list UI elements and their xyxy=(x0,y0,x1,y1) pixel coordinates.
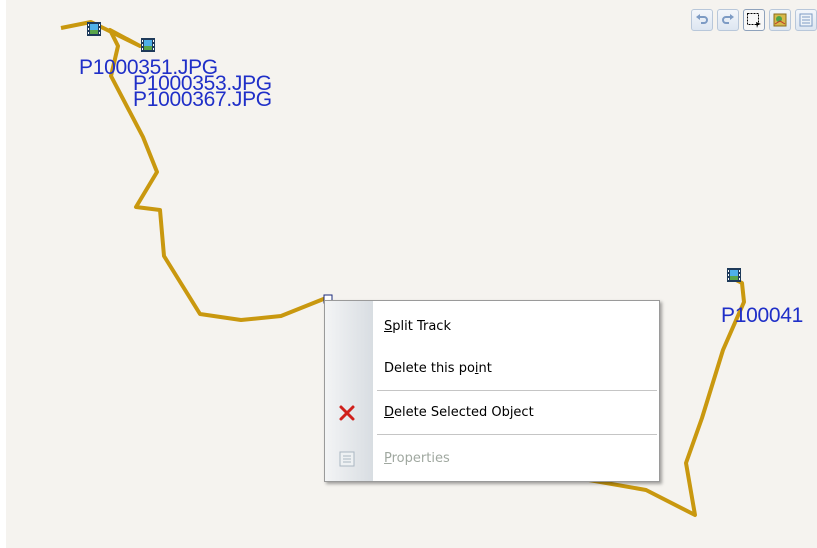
photo-label[interactable]: P100041 xyxy=(721,305,803,326)
photo-label[interactable]: P1000367.JPG xyxy=(133,89,272,110)
photo-film-icon[interactable] xyxy=(726,267,742,283)
menu-item-properties[interactable]: Properties xyxy=(325,443,659,475)
undo-icon xyxy=(696,14,708,24)
menu-item-label: Delete Selected Object xyxy=(384,405,534,420)
properties-icon xyxy=(799,13,813,27)
menu-item-label: Properties xyxy=(384,451,450,466)
menu-item-delete-selected-object[interactable]: Delete Selected Object xyxy=(325,397,659,429)
menu-item-split-track[interactable]: Split Track xyxy=(325,311,659,343)
photo-film-icon[interactable] xyxy=(86,21,102,37)
redo-button[interactable] xyxy=(717,9,739,31)
map-layers-button[interactable] xyxy=(769,9,791,31)
menu-item-delete-point[interactable]: Delete this point xyxy=(325,353,659,385)
map-toolbar xyxy=(691,9,817,31)
context-menu: Split Track Delete this point Delete Sel… xyxy=(324,300,660,482)
select-rectangle-button[interactable] xyxy=(743,9,765,31)
menu-item-label: Delete this point xyxy=(384,361,492,376)
redo-icon xyxy=(722,14,734,24)
select-rectangle-icon xyxy=(747,13,761,28)
photo-film-icon[interactable] xyxy=(140,37,156,53)
map-layers-icon xyxy=(773,13,787,27)
properties-button[interactable] xyxy=(795,9,817,31)
menu-separator xyxy=(377,390,657,391)
red-x-icon xyxy=(339,405,355,421)
menu-separator xyxy=(377,434,657,435)
undo-button[interactable] xyxy=(691,9,713,31)
menu-item-label: Split Track xyxy=(384,319,451,334)
properties-icon xyxy=(339,451,355,467)
